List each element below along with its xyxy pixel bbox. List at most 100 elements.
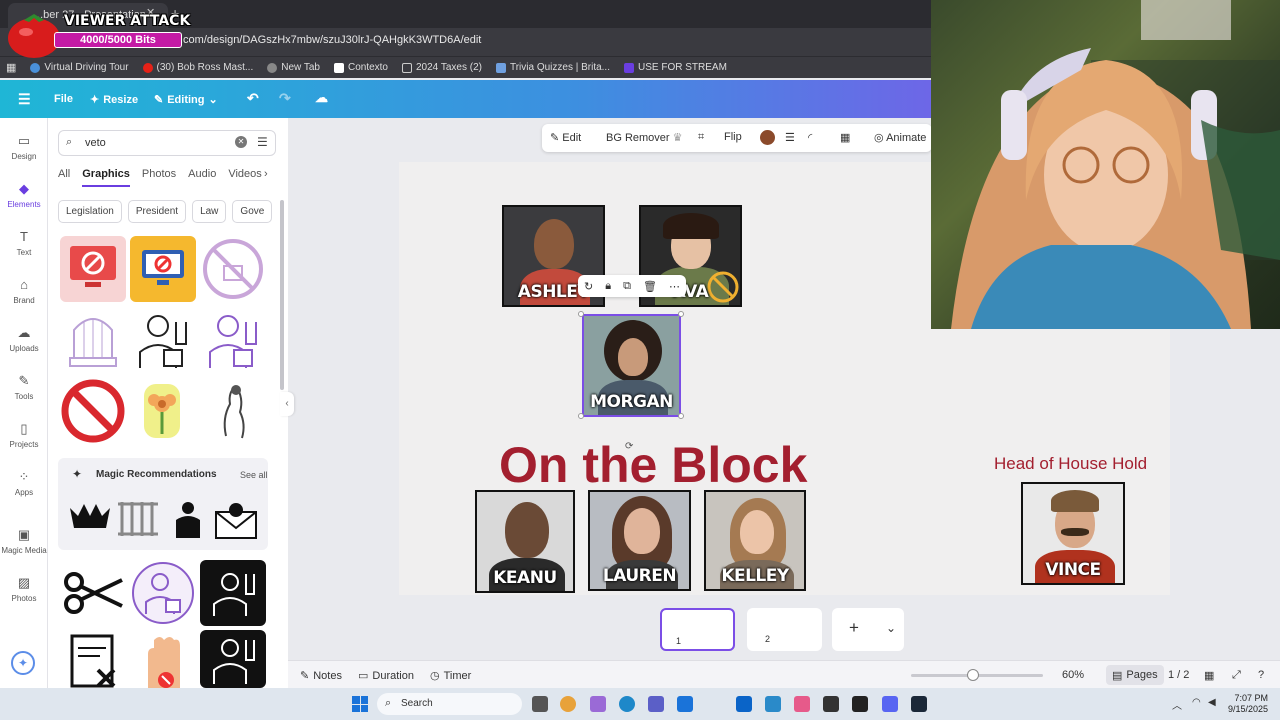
tab-videos[interactable]: Videos bbox=[228, 168, 261, 187]
resize-handle[interactable] bbox=[678, 413, 684, 419]
tab-graphics[interactable]: Graphics bbox=[82, 168, 130, 187]
bookmark-item[interactable]: (30) Bob Ross Mast... bbox=[142, 62, 253, 73]
task-view-icon[interactable] bbox=[532, 696, 548, 712]
delete-icon[interactable]: 🗑︎ bbox=[643, 280, 657, 293]
tray-chevron-icon[interactable]: ︿ bbox=[1172, 697, 1182, 712]
page-thumbnail-1[interactable]: 1 bbox=[660, 608, 735, 651]
graphic-businessman-dark-2[interactable] bbox=[200, 630, 266, 688]
capcut-icon[interactable] bbox=[852, 696, 868, 712]
resize-handle[interactable] bbox=[578, 311, 584, 317]
bookmark-item[interactable]: Virtual Driving Tour bbox=[30, 62, 129, 73]
rail-elements[interactable]: ◆ Elements bbox=[0, 182, 48, 210]
flip-button[interactable]: Flip bbox=[724, 131, 742, 143]
game-icon[interactable] bbox=[823, 696, 839, 712]
store-icon[interactable] bbox=[677, 696, 693, 712]
graphic-businessman-dark[interactable] bbox=[200, 560, 266, 626]
graphic-prohibited-sign[interactable] bbox=[60, 378, 126, 444]
file-menu[interactable]: File bbox=[54, 93, 73, 105]
graphic-veto-screen[interactable] bbox=[60, 236, 126, 302]
graphic-businessman-veto[interactable] bbox=[130, 308, 196, 374]
bookmark-item[interactable]: 2024 Taxes (2) bbox=[402, 62, 482, 73]
grid-view-icon[interactable]: ▦ bbox=[1204, 669, 1214, 682]
corner-rounding-icon[interactable]: ◜ bbox=[808, 131, 812, 144]
tab-all[interactable]: All bbox=[58, 168, 70, 187]
graphic-monitor-ban[interactable] bbox=[130, 236, 196, 302]
notes-button[interactable]: ✎ Notes bbox=[300, 669, 342, 683]
edge-icon[interactable] bbox=[619, 696, 635, 712]
steam-icon[interactable] bbox=[911, 696, 927, 712]
copilot-icon[interactable] bbox=[590, 696, 606, 712]
color-swatch[interactable] bbox=[760, 130, 775, 145]
photo-lauren[interactable]: LAUREN bbox=[588, 490, 691, 591]
chip-gove[interactable]: Gove bbox=[232, 200, 273, 223]
on-the-block-title[interactable]: On the Block bbox=[499, 436, 807, 494]
robber-icon[interactable] bbox=[176, 502, 200, 538]
cloud-save-icon[interactable]: ☁ bbox=[315, 90, 328, 106]
jail-bars-icon[interactable] bbox=[118, 502, 158, 536]
editing-mode-button[interactable]: ✎ Editing ⌄ bbox=[154, 93, 218, 107]
bookmark-item[interactable]: New Tab bbox=[267, 62, 320, 73]
see-all-link[interactable]: See all bbox=[240, 470, 268, 480]
apps-icon[interactable] bbox=[794, 696, 810, 712]
panel-scrollbar[interactable] bbox=[280, 200, 284, 390]
chip-president[interactable]: President bbox=[127, 200, 187, 223]
duplicate-icon[interactable]: ⧉ bbox=[623, 280, 631, 293]
tab-audio[interactable]: Audio bbox=[188, 168, 216, 187]
search-input[interactable]: ⌕ veto ✕ ☰ bbox=[58, 130, 276, 156]
collapse-panel-button[interactable]: ‹ bbox=[280, 392, 294, 416]
photo-keanu[interactable]: KEANU bbox=[475, 490, 575, 593]
duration-button[interactable]: ▭ Duration bbox=[358, 669, 414, 683]
apps-grid-icon[interactable]: ▦ bbox=[6, 61, 16, 74]
fullscreen-icon[interactable]: ⤢ bbox=[1232, 669, 1241, 682]
gloves-icon[interactable] bbox=[70, 504, 110, 528]
outlook-icon[interactable] bbox=[736, 696, 752, 712]
resize-handle[interactable] bbox=[578, 413, 584, 419]
page-thumbnail-2[interactable]: 2 bbox=[747, 608, 822, 651]
pages-button[interactable]: ▤ Pages bbox=[1106, 665, 1164, 685]
teams-icon[interactable] bbox=[648, 696, 664, 712]
graphic-document-x[interactable] bbox=[60, 630, 126, 688]
skull-envelope-icon[interactable] bbox=[215, 503, 257, 539]
rotate-icon[interactable]: ↻ bbox=[584, 280, 593, 293]
bookmark-item[interactable]: Contexto bbox=[333, 62, 388, 73]
discord-icon[interactable] bbox=[882, 696, 898, 712]
filter-icon[interactable]: ☰ bbox=[257, 135, 268, 149]
rail-brand[interactable]: ⌂ Brand bbox=[0, 278, 48, 306]
transparency-icon[interactable]: ▦ bbox=[840, 131, 850, 144]
photo-morgan[interactable]: MORGAN bbox=[582, 314, 681, 417]
menu-icon[interactable]: ☰ bbox=[18, 91, 31, 108]
lock-icon[interactable]: 🔒︎ bbox=[605, 280, 611, 293]
chrome-icon[interactable] bbox=[560, 696, 576, 712]
crop-icon[interactable]: ⌗ bbox=[698, 131, 704, 144]
photo-kelley[interactable]: KELLEY bbox=[704, 490, 806, 591]
search-value[interactable]: veto bbox=[85, 137, 106, 149]
timer-button[interactable]: ◷ Timer bbox=[430, 669, 471, 683]
animate-button[interactable]: ◎ Animate bbox=[874, 131, 926, 144]
rail-projects[interactable]: ▯ Projects bbox=[0, 422, 48, 450]
photo-vince[interactable]: VINCE bbox=[1021, 482, 1125, 585]
tab-photos[interactable]: Photos bbox=[142, 168, 176, 187]
border-style-icon[interactable]: ☰ bbox=[785, 131, 795, 144]
undo-icon[interactable]: ↶ bbox=[247, 90, 259, 107]
rail-uploads[interactable]: ☁ Uploads bbox=[0, 326, 48, 354]
resize-button[interactable]: ✦ Resize bbox=[90, 93, 138, 107]
graphic-stop-hand[interactable] bbox=[130, 630, 196, 688]
chip-legislation[interactable]: Legislation bbox=[58, 200, 122, 223]
rail-text[interactable]: T Text bbox=[0, 230, 48, 258]
system-clock[interactable]: 7:07 PM 9/15/2025 bbox=[1228, 693, 1268, 715]
graphic-flower[interactable] bbox=[130, 378, 196, 444]
clear-search-icon[interactable]: ✕ bbox=[235, 136, 247, 148]
magic-assistant-icon[interactable]: ✦ bbox=[11, 651, 35, 675]
chip-law[interactable]: Law bbox=[192, 200, 227, 223]
zoom-level[interactable]: 60% bbox=[1062, 669, 1084, 681]
bg-remover-button[interactable]: BG Remover ♛ bbox=[606, 131, 683, 144]
rail-photos[interactable]: ▨ Photos bbox=[0, 576, 48, 604]
graphic-sketch-figure[interactable] bbox=[200, 378, 266, 444]
chevron-down-icon[interactable]: ⌄ bbox=[886, 621, 896, 635]
rail-design[interactable]: ▭ Design bbox=[0, 134, 48, 162]
redo-icon[interactable]: ↷ bbox=[279, 90, 291, 107]
graphic-money-jar[interactable] bbox=[60, 308, 126, 374]
resize-handle[interactable] bbox=[678, 311, 684, 317]
add-page-icon[interactable]: + bbox=[849, 618, 859, 638]
rail-tools[interactable]: ✎ Tools bbox=[0, 374, 48, 402]
